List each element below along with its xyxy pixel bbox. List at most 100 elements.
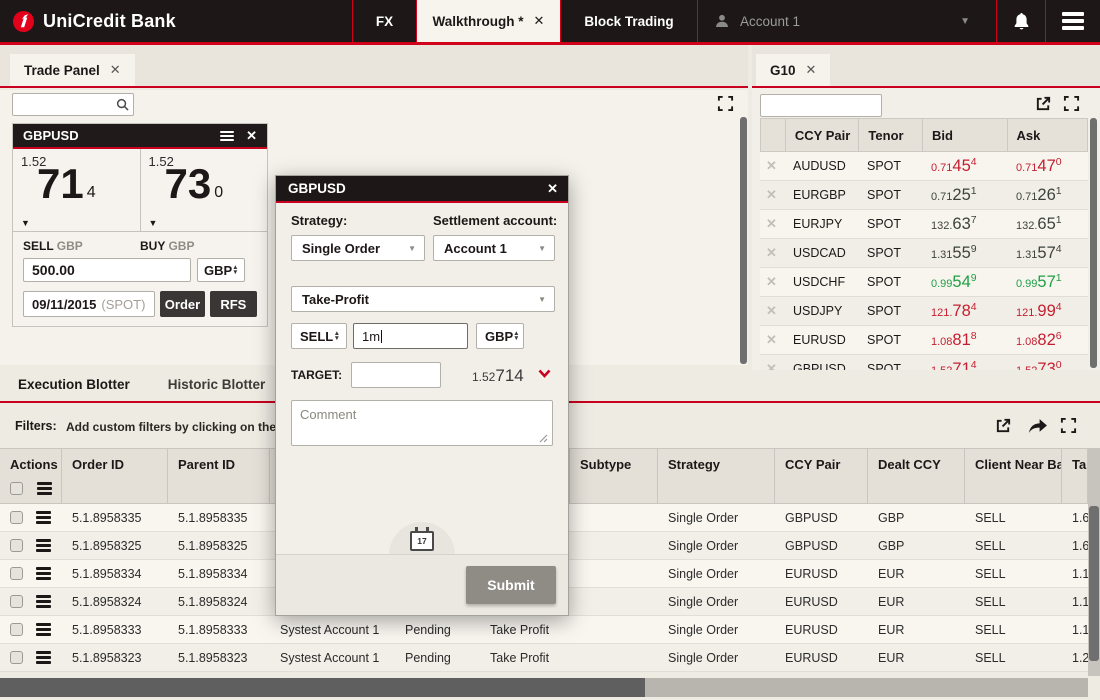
ccy-selector[interactable]: GBP ▲▼ bbox=[197, 258, 245, 282]
popout-icon[interactable] bbox=[995, 417, 1012, 434]
strategy-select[interactable]: Single Order ▼ bbox=[291, 235, 425, 261]
submit-button[interactable]: Submit bbox=[466, 566, 556, 604]
blotter-row[interactable]: 5.1.89583335.1.8958333Systest Account 1P… bbox=[0, 616, 1088, 644]
amount-input[interactable] bbox=[23, 258, 191, 282]
fx-bid-price[interactable]: 132.637 bbox=[922, 214, 1007, 234]
side-selector[interactable]: SELL ▲▼ bbox=[291, 323, 347, 349]
resize-handle-icon[interactable] bbox=[539, 434, 548, 443]
tab-fx[interactable]: FX bbox=[352, 0, 416, 42]
order-amount-input[interactable]: 1m bbox=[353, 323, 468, 349]
rates-search[interactable] bbox=[760, 94, 882, 117]
fx-bid-price[interactable]: 0.99549 bbox=[922, 272, 1007, 292]
remove-pair-icon[interactable]: ✕ bbox=[766, 361, 777, 370]
tab-g10[interactable]: G10 ✕ bbox=[756, 54, 830, 86]
row-menu-icon[interactable] bbox=[36, 623, 51, 636]
fx-bid-price[interactable]: 1.52714 bbox=[922, 359, 1007, 370]
tab-trade-panel[interactable]: Trade Panel ✕ bbox=[10, 54, 135, 86]
close-ticket-icon[interactable]: ✕ bbox=[246, 128, 257, 144]
remove-pair-icon[interactable]: ✕ bbox=[766, 274, 777, 289]
rates-search-input[interactable] bbox=[761, 95, 881, 116]
blotter-header-cell[interactable]: CCY Pair bbox=[775, 449, 868, 503]
spinner-icon[interactable]: ▲▼ bbox=[334, 331, 340, 342]
row-checkbox[interactable] bbox=[10, 567, 23, 580]
calendar-bump[interactable]: 17 bbox=[389, 522, 455, 555]
remove-pair-icon[interactable]: ✕ bbox=[766, 303, 777, 318]
close-dialog-icon[interactable]: ✕ bbox=[547, 181, 568, 197]
row-menu-icon[interactable] bbox=[36, 595, 51, 608]
target-input[interactable] bbox=[351, 362, 441, 388]
tab-walkthrough[interactable]: Walkthrough * ✕ bbox=[416, 0, 560, 42]
bid-tile[interactable]: 1.52 714 ▼ bbox=[13, 149, 140, 231]
fx-ask-price[interactable]: 0.71261 bbox=[1007, 185, 1088, 205]
tab-execution-blotter[interactable]: Execution Blotter bbox=[18, 377, 130, 392]
popout-icon[interactable] bbox=[1035, 95, 1052, 112]
blotter-header-cell[interactable]: Targ bbox=[1062, 449, 1088, 503]
row-menu-icon[interactable] bbox=[36, 567, 51, 580]
settlement-select[interactable]: Account 1 ▼ bbox=[433, 235, 555, 261]
fx-ask-price[interactable]: 0.71470 bbox=[1007, 156, 1088, 176]
remove-pair-icon[interactable]: ✕ bbox=[766, 187, 777, 202]
tab-historic-blotter[interactable]: Historic Blotter bbox=[168, 377, 266, 392]
maximize-panel-icon[interactable] bbox=[1060, 417, 1077, 434]
row-checkbox[interactable] bbox=[10, 511, 23, 524]
fx-ask-price[interactable]: 1.52730 bbox=[1007, 359, 1088, 370]
fx-ask-price[interactable]: 121.994 bbox=[1007, 301, 1088, 321]
order-ccy-selector[interactable]: GBP ▲▼ bbox=[476, 323, 524, 349]
blotter-header-cell[interactable]: Strategy bbox=[658, 449, 775, 503]
rates-scrollbar[interactable] bbox=[1090, 118, 1097, 368]
tab-block-trading[interactable]: Block Trading bbox=[560, 0, 697, 42]
blotter-header-cell[interactable]: Order ID bbox=[62, 449, 168, 503]
remove-pair-icon[interactable]: ✕ bbox=[766, 216, 777, 231]
share-icon[interactable] bbox=[1027, 418, 1048, 434]
fx-bid-price[interactable]: 0.71454 bbox=[922, 156, 1007, 176]
blotter-row[interactable]: 5.1.89583235.1.8958323Systest Account 1P… bbox=[0, 644, 1088, 672]
fx-header-tenor[interactable]: Tenor bbox=[858, 119, 922, 151]
fx-header-bid[interactable]: Bid bbox=[922, 119, 1006, 151]
remove-pair-icon[interactable]: ✕ bbox=[766, 332, 777, 347]
remove-pair-icon[interactable]: ✕ bbox=[766, 245, 777, 260]
fx-ask-price[interactable]: 1.31574 bbox=[1007, 243, 1088, 263]
hscroll-thumb[interactable] bbox=[0, 678, 645, 697]
order-type-select[interactable]: Take-Profit ▼ bbox=[291, 286, 555, 312]
blotter-header-cell[interactable]: Parent ID bbox=[168, 449, 270, 503]
fx-header-ask[interactable]: Ask bbox=[1007, 119, 1088, 151]
live-price[interactable]: 1.52714 bbox=[472, 366, 524, 386]
fx-ask-price[interactable]: 132.651 bbox=[1007, 214, 1088, 234]
blotter-header-cell[interactable]: Dealt CCY bbox=[868, 449, 965, 503]
row-checkbox[interactable] bbox=[10, 595, 23, 608]
main-menu-button[interactable] bbox=[1045, 0, 1100, 42]
maximize-panel-icon[interactable] bbox=[1063, 95, 1080, 112]
notifications-button[interactable] bbox=[996, 0, 1045, 42]
blotter-hscrollbar[interactable] bbox=[0, 678, 1088, 697]
remove-pair-icon[interactable]: ✕ bbox=[766, 158, 777, 173]
rfs-button[interactable]: RFS bbox=[210, 291, 257, 317]
fx-bid-price[interactable]: 0.71251 bbox=[922, 185, 1007, 205]
dialog-header[interactable]: GBPUSD ✕ bbox=[276, 176, 568, 203]
workspace-scrollbar[interactable] bbox=[740, 117, 747, 364]
close-tab-icon[interactable]: ✕ bbox=[534, 13, 545, 29]
row-checkbox[interactable] bbox=[10, 651, 23, 664]
row-menu-icon[interactable] bbox=[36, 651, 51, 664]
row-menu-icon[interactable] bbox=[36, 539, 51, 552]
fx-ask-price[interactable]: 0.99571 bbox=[1007, 272, 1088, 292]
account-selector[interactable]: Account 1 ▼ bbox=[697, 0, 996, 42]
row-checkbox[interactable] bbox=[10, 623, 23, 636]
close-tab-icon[interactable]: ✕ bbox=[806, 62, 817, 78]
spinner-icon[interactable]: ▲▼ bbox=[232, 265, 238, 276]
actions-menu-icon[interactable] bbox=[37, 482, 52, 495]
select-all-checkbox[interactable] bbox=[10, 482, 23, 495]
row-menu-icon[interactable] bbox=[36, 511, 51, 524]
row-checkbox[interactable] bbox=[10, 539, 23, 552]
search-input[interactable] bbox=[13, 98, 116, 112]
fx-bid-price[interactable]: 1.31559 bbox=[922, 243, 1007, 263]
instrument-search[interactable] bbox=[12, 93, 134, 116]
ask-tile[interactable]: 1.52 730 ▼ bbox=[140, 149, 268, 231]
blotter-vscrollbar[interactable] bbox=[1088, 448, 1100, 676]
value-date-input[interactable]: 09/11/2015 (SPOT) bbox=[23, 291, 155, 317]
close-tab-icon[interactable]: ✕ bbox=[110, 62, 121, 78]
fx-bid-price[interactable]: 121.784 bbox=[922, 301, 1007, 321]
order-button[interactable]: Order bbox=[160, 291, 204, 317]
comment-textarea[interactable] bbox=[291, 400, 553, 446]
blotter-header-cell[interactable]: Subtype bbox=[570, 449, 658, 503]
spinner-icon[interactable]: ▲▼ bbox=[513, 331, 519, 342]
